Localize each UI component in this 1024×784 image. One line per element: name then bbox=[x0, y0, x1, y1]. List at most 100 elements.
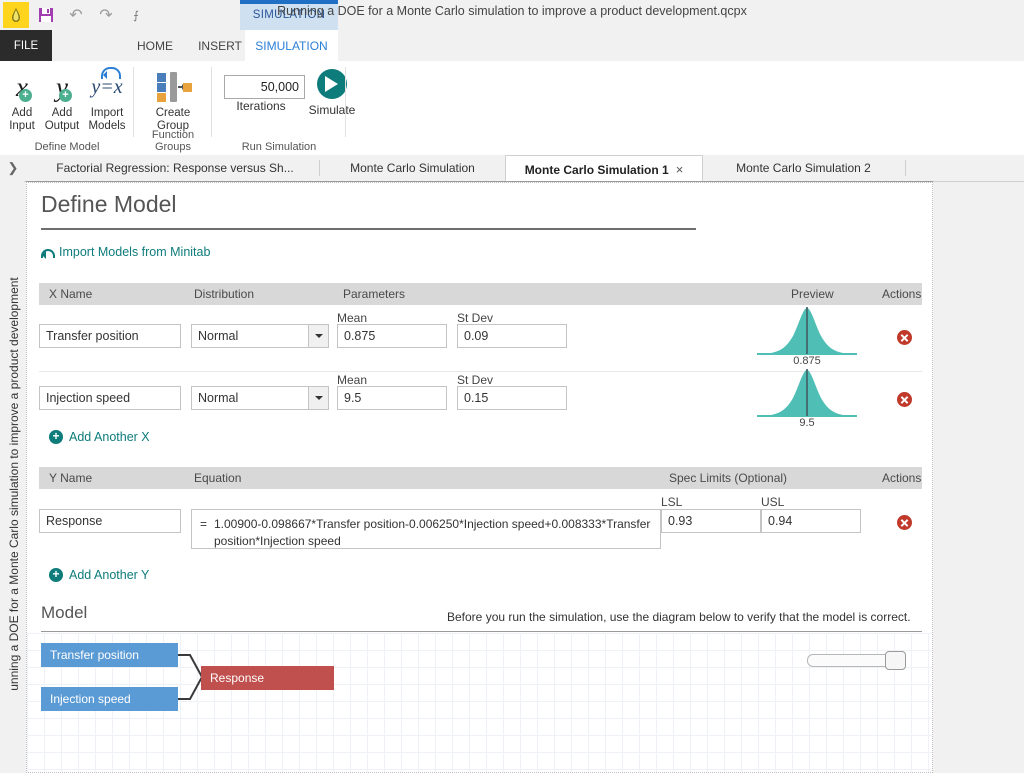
simulate-button[interactable]: Simulate bbox=[304, 69, 360, 117]
import-models-label-line2: Models bbox=[88, 120, 125, 132]
x-row-1-distribution-select[interactable]: Normal bbox=[191, 386, 329, 410]
tab-file[interactable]: FILE bbox=[0, 30, 52, 61]
expand-tabs-icon[interactable]: ❯ bbox=[4, 155, 22, 181]
title-bar: ↶ ↷ ⨍ SIMULATION Running a DOE for a Mon… bbox=[0, 0, 1024, 30]
add-input-button[interactable]: x+ Add Input bbox=[2, 67, 42, 133]
y-row-0-name-input[interactable]: Response bbox=[39, 509, 181, 533]
document-tab-bar: ❯ Factorial Regression: Response versus … bbox=[0, 155, 1024, 182]
y-row-0-delete-button[interactable] bbox=[897, 515, 912, 530]
x-row-0-distribution-value: Normal bbox=[198, 329, 238, 343]
ribbon-group-label-define-model: Define Model bbox=[0, 141, 134, 153]
model-node-response[interactable]: Response bbox=[201, 666, 334, 690]
tab-simulation[interactable]: SIMULATION bbox=[245, 30, 338, 61]
model-diagram-canvas[interactable]: Transfer position Injection speed Respon… bbox=[27, 633, 932, 773]
doc-tab-monte-carlo-simulation-2[interactable]: Monte Carlo Simulation 2 bbox=[701, 155, 906, 181]
model-node-transfer-position[interactable]: Transfer position bbox=[41, 643, 178, 667]
model-node-injection-speed[interactable]: Injection speed bbox=[41, 687, 178, 711]
y-header-equation: Equation bbox=[194, 471, 241, 485]
equation-equals-sign: = bbox=[200, 516, 207, 533]
y-row-0-usl-input[interactable]: 0.94 bbox=[761, 509, 861, 533]
y-row-0-equation-input[interactable]: = 1.00900-0.098667*Transfer position-0.0… bbox=[191, 509, 661, 549]
iterations-value: 50,000 bbox=[261, 80, 299, 94]
x-row-0-name-value: Transfer position bbox=[46, 329, 139, 343]
tab-insert[interactable]: INSERT bbox=[190, 30, 250, 61]
ribbon-group-divider bbox=[345, 67, 346, 137]
iterations-input[interactable]: 50,000 bbox=[224, 75, 305, 99]
import-models-button[interactable]: y=x Import Models bbox=[84, 67, 130, 133]
tab-home[interactable]: HOME bbox=[120, 30, 190, 61]
y-row-0-equation-value: 1.00900-0.098667*Transfer position-0.006… bbox=[214, 516, 652, 550]
x-row-1-preview-caption: 9.5 bbox=[755, 417, 859, 429]
create-group-button[interactable]: Create Group bbox=[151, 67, 195, 133]
y-row-0-usl-value: 0.94 bbox=[768, 514, 792, 528]
define-model-panel: Define Model Import Models from Minitab … bbox=[26, 182, 933, 773]
x-row-0-stdev-value: 0.09 bbox=[464, 329, 488, 343]
import-arrow-icon bbox=[39, 246, 53, 258]
y-row-0-usl-label: USL bbox=[761, 495, 784, 509]
x-row-1-stdev-value: 0.15 bbox=[464, 391, 488, 405]
zoom-slider-thumb[interactable] bbox=[885, 651, 906, 670]
model-node-label: Transfer position bbox=[50, 648, 139, 662]
page-title: Define Model bbox=[41, 191, 177, 218]
x-row-0-mean-label: Mean bbox=[337, 311, 367, 325]
x-row-1-mean-label: Mean bbox=[337, 373, 367, 387]
add-output-button[interactable]: y+ Add Output bbox=[42, 67, 82, 133]
plus-circle-icon: + bbox=[49, 568, 63, 582]
y-row-0-lsl-input[interactable]: 0.93 bbox=[661, 509, 761, 533]
chevron-down-icon[interactable] bbox=[308, 325, 328, 347]
y-row-0-lsl-label: LSL bbox=[661, 495, 682, 509]
tab-home-label: HOME bbox=[137, 39, 173, 53]
chevron-down-icon[interactable] bbox=[308, 387, 328, 409]
x-row-0-distribution-preview bbox=[755, 304, 859, 356]
close-tab-icon[interactable]: × bbox=[676, 162, 684, 177]
import-models-label-line1: Import bbox=[91, 107, 124, 119]
x-row-0-name-input[interactable]: Transfer position bbox=[39, 324, 181, 348]
doc-tab-monte-carlo-simulation-1[interactable]: Monte Carlo Simulation 1 × bbox=[505, 155, 703, 184]
import-models-from-minitab-link[interactable]: Import Models from Minitab bbox=[39, 245, 210, 259]
add-another-y-link[interactable]: + Add Another Y bbox=[49, 568, 149, 582]
y-row-0-lsl-value: 0.93 bbox=[668, 514, 692, 528]
ribbon: x+ Add Input y+ Add Output y=x bbox=[0, 61, 1024, 156]
right-background-area bbox=[933, 182, 1024, 773]
x-row-0-stdev-input[interactable]: 0.09 bbox=[457, 324, 567, 348]
ribbon-group-label-run-simulation: Run Simulation bbox=[212, 141, 346, 153]
add-output-icon: y+ bbox=[56, 67, 68, 107]
doc-tab-monte-carlo-simulation[interactable]: Monte Carlo Simulation bbox=[320, 155, 505, 181]
add-output-label-line1: Add bbox=[52, 107, 72, 119]
doc-tab-label: Monte Carlo Simulation 2 bbox=[736, 161, 871, 175]
create-group-label-line1: Create bbox=[156, 107, 191, 119]
model-node-label: Response bbox=[210, 671, 264, 685]
x-row-1-distribution-value: Normal bbox=[198, 391, 238, 405]
document-title: Running a DOE for a Monte Carlo simulati… bbox=[0, 4, 1024, 18]
add-another-x-label: Add Another X bbox=[69, 430, 150, 444]
add-another-x-link[interactable]: + Add Another X bbox=[49, 430, 150, 444]
y-table-header: Y Name Equation Spec Limits (Optional) A… bbox=[39, 467, 922, 489]
add-output-label-line2: Output bbox=[45, 120, 80, 132]
x-row-1-mean-value: 9.5 bbox=[344, 391, 361, 405]
x-row-0-distribution-select[interactable]: Normal bbox=[191, 324, 329, 348]
doc-tab-factorial-regression[interactable]: Factorial Regression: Response versus Sh… bbox=[30, 155, 320, 181]
application-window: ↶ ↷ ⨍ SIMULATION Running a DOE for a Mon… bbox=[0, 0, 1024, 773]
import-link-label: Import Models from Minitab bbox=[59, 245, 210, 259]
x-row-1-stdev-input[interactable]: 0.15 bbox=[457, 386, 567, 410]
x-row-1-mean-input[interactable]: 9.5 bbox=[337, 386, 447, 410]
tab-divider bbox=[905, 160, 906, 176]
create-group-icon bbox=[151, 67, 195, 107]
x-row-1-delete-button[interactable] bbox=[897, 392, 912, 407]
add-input-label-line1: Add bbox=[12, 107, 32, 119]
simulate-label: Simulate bbox=[309, 103, 356, 117]
diagram-zoom-slider[interactable] bbox=[807, 651, 901, 667]
x-row-0-mean-input[interactable]: 0.875 bbox=[337, 324, 447, 348]
tab-file-label: FILE bbox=[14, 40, 38, 52]
model-node-label: Injection speed bbox=[50, 692, 131, 706]
play-icon bbox=[317, 69, 347, 99]
x-row-1-name-input[interactable]: Injection speed bbox=[39, 386, 181, 410]
doc-tab-label: Factorial Regression: Response versus Sh… bbox=[56, 161, 293, 175]
y-header-spec-limits: Spec Limits (Optional) bbox=[669, 471, 787, 485]
ribbon-group-function-groups: Create Group Function Groups bbox=[134, 61, 212, 155]
import-models-icon: y=x bbox=[91, 67, 122, 107]
x-row-0-delete-button[interactable] bbox=[897, 330, 912, 345]
vertical-document-pane[interactable]: unning a DOE for a Monte Carlo simulatio… bbox=[0, 181, 24, 773]
doc-tab-label: Monte Carlo Simulation 1 bbox=[525, 163, 669, 177]
add-input-label-line2: Input bbox=[9, 120, 35, 132]
